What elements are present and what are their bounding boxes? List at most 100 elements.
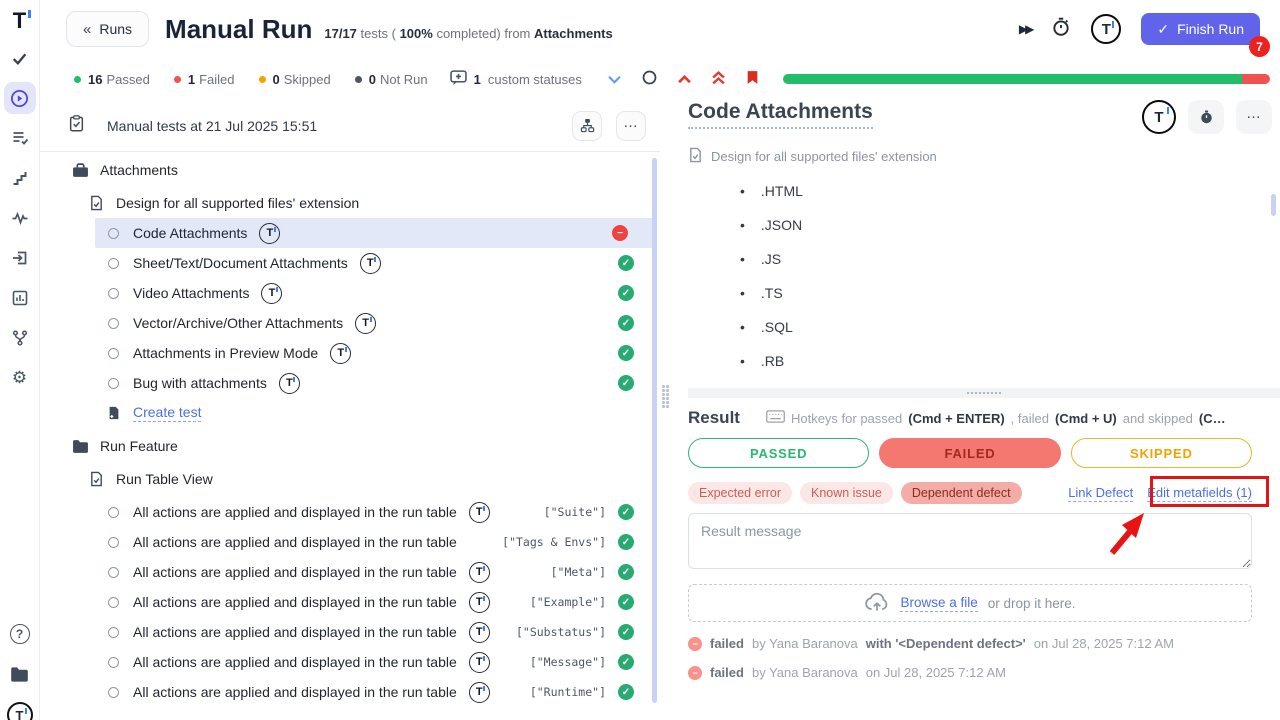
test-detail-panel: Code Attachments T … Design for all supp…: [688, 100, 1280, 720]
status-passed-icon: ✓: [618, 375, 634, 391]
document-check-icon: [88, 195, 105, 211]
failed-dot-icon: [174, 76, 181, 83]
test-circle-icon: [105, 597, 122, 608]
fast-forward-icon[interactable]: ▶▶: [1019, 22, 1031, 36]
test-circle-icon: [105, 537, 122, 548]
test-circle-icon: [105, 228, 122, 239]
account-logo-icon[interactable]: T: [7, 702, 33, 720]
plans-icon[interactable]: [4, 122, 36, 154]
branches-icon[interactable]: [4, 322, 36, 354]
finish-run-button[interactable]: ✓ Finish Run 7: [1141, 13, 1260, 45]
notification-badge[interactable]: 7: [1249, 36, 1270, 57]
document-check-icon: [88, 471, 105, 487]
tree-scrollbar[interactable]: [652, 158, 657, 703]
check-icon: ✓: [1157, 21, 1169, 38]
list-item: .JSON: [688, 208, 1280, 242]
steps-icon[interactable]: [4, 162, 36, 194]
tree-test-row[interactable]: All actions are applied and displayed in…: [40, 617, 660, 647]
tree-more-button[interactable]: …: [616, 111, 646, 141]
help-icon[interactable]: ?: [4, 618, 36, 650]
testomat-badge-icon: T: [469, 682, 490, 703]
testomat-logo-icon[interactable]: T: [1142, 100, 1176, 134]
tag-expected-error[interactable]: Expected error: [688, 482, 792, 504]
failed-button[interactable]: FAILED: [879, 438, 1060, 468]
projects-folder-icon[interactable]: [4, 658, 36, 690]
runs-icon[interactable]: [4, 82, 36, 114]
list-item: .HTML: [688, 174, 1280, 208]
tree-feature-row[interactable]: Run Table View: [40, 464, 660, 494]
test-tag: ["Meta"]: [551, 565, 606, 579]
tree-test-row[interactable]: All actions are applied and displayed in…: [40, 647, 660, 677]
tree-test-row[interactable]: All actions are applied and displayed in…: [40, 527, 660, 557]
tree-test-row[interactable]: All actions are applied and displayed in…: [40, 557, 660, 587]
tree-test-row[interactable]: Video Attachments T ✓: [40, 278, 660, 308]
create-test-row[interactable]: Create test: [40, 398, 660, 428]
description-scrollbar[interactable]: [1271, 194, 1276, 216]
clipboard-check-icon: [68, 115, 85, 137]
tests-check-icon[interactable]: [4, 42, 36, 74]
tree-view-toggle-button[interactable]: [572, 111, 602, 141]
timer-button[interactable]: [1188, 100, 1224, 134]
tree-suite-row[interactable]: Attachments: [40, 155, 660, 185]
list-item: .JS: [688, 242, 1280, 276]
browse-file-link[interactable]: Browse a file: [900, 595, 977, 612]
tree-test-row[interactable]: Attachments in Preview Mode T ✓: [40, 338, 660, 368]
list-item: .RB: [688, 344, 1280, 378]
app-window: T ⚙ ? T: [0, 0, 1280, 720]
result-heading: Result: [688, 408, 740, 428]
drop-hint: or drop it here.: [988, 596, 1076, 611]
tree-test-row[interactable]: All actions are applied and displayed in…: [40, 677, 660, 707]
tree-test-row[interactable]: All actions are applied and displayed in…: [40, 587, 660, 617]
bookmark-icon[interactable]: [746, 70, 759, 88]
pulse-icon[interactable]: [4, 202, 36, 234]
caret-up-icon[interactable]: [678, 72, 691, 87]
tree-test-row[interactable]: Sheet/Text/Document Attachments T ✓: [40, 248, 660, 278]
tree-test-row[interactable]: All actions are applied and displayed in…: [40, 497, 660, 527]
skipped-stat: 0Skipped: [259, 72, 331, 87]
testomat-badge-icon: T: [469, 562, 490, 583]
edit-metafields-link[interactable]: Edit metafields (1): [1147, 485, 1252, 502]
chevron-down-icon[interactable]: [608, 72, 621, 87]
status-passed-icon: ✓: [618, 315, 634, 331]
file-drop-zone[interactable]: Browse a file or drop it here.: [688, 584, 1252, 622]
custom-statuses-stat[interactable]: 1custom statuses: [450, 69, 582, 89]
status-passed-icon: ✓: [618, 624, 634, 640]
result-message-input[interactable]: [688, 513, 1252, 569]
tag-dependent-defect[interactable]: Dependent defect: [901, 482, 1022, 504]
app-logo-icon[interactable]: T: [13, 8, 26, 34]
tree-title: Manual tests at 21 Jul 2025 15:51: [107, 118, 317, 134]
tree-test-row-selected[interactable]: Code Attachments T −: [95, 218, 654, 248]
testomat-badge-icon: T: [469, 502, 490, 523]
test-circle-icon: [105, 657, 122, 668]
skipped-button[interactable]: SKIPPED: [1071, 438, 1252, 468]
tree-test-row[interactable]: Vector/Archive/Other Attachments T ✓: [40, 308, 660, 338]
tree-suite-row[interactable]: Run Feature: [40, 431, 660, 461]
link-defect-link[interactable]: Link Defect: [1068, 485, 1133, 502]
status-passed-icon: ✓: [618, 564, 634, 580]
analytics-icon[interactable]: [4, 282, 36, 314]
test-tag: ["Tags & Envs"]: [502, 535, 606, 549]
panel-resize-handle[interactable]: [662, 385, 674, 419]
testomat-logo-icon[interactable]: T: [1091, 14, 1121, 44]
history-entry: − failed by Yana Baranova with '<Depende…: [688, 636, 1280, 651]
header: « Runs Manual Run 17/17 tests ( 100% com…: [40, 0, 1280, 58]
test-circle-icon: [105, 378, 122, 389]
document-check-icon: [688, 147, 703, 166]
test-circle-icon: [105, 627, 122, 638]
back-to-runs-button[interactable]: « Runs: [66, 11, 149, 47]
settings-gear-icon[interactable]: ⚙: [4, 362, 36, 394]
tree-feature-row[interactable]: Design for all supported files' extensio…: [40, 188, 660, 218]
double-caret-up-icon[interactable]: [712, 71, 725, 88]
test-title[interactable]: Code Attachments: [688, 100, 873, 129]
more-options-button[interactable]: …: [1236, 100, 1272, 134]
list-item: .SQL: [688, 310, 1280, 344]
timer-icon[interactable]: [1051, 17, 1071, 42]
section-resize-handle[interactable]: [688, 388, 1280, 398]
cloud-upload-icon: [864, 592, 890, 615]
import-icon[interactable]: [4, 242, 36, 274]
circle-status-icon[interactable]: [642, 70, 657, 88]
tag-known-issue[interactable]: Known issue: [800, 482, 893, 504]
passed-button[interactable]: PASSED: [688, 438, 869, 468]
passed-stat: 16Passed: [74, 72, 150, 87]
tree-test-row[interactable]: Bug with attachments T ✓: [40, 368, 660, 398]
